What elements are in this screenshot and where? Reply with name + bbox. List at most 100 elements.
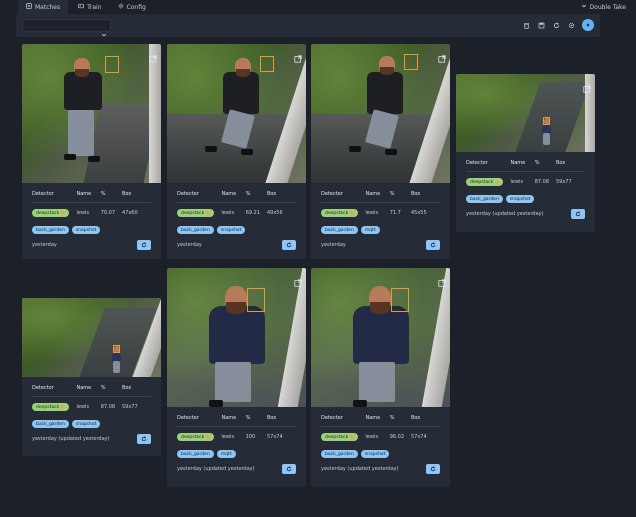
match-name: lewis xyxy=(365,210,379,216)
match-percent: 70.07 xyxy=(100,210,116,216)
reprocess-button[interactable] xyxy=(282,240,296,250)
match-image[interactable] xyxy=(311,44,450,183)
match-card[interactable]: Detector Name % Box deepstack lewis 87.0… xyxy=(22,298,161,456)
tab-label: Config xyxy=(126,3,146,11)
detector-chip: deepstack xyxy=(32,403,70,411)
col-detector: Detector xyxy=(177,191,199,197)
col-percent: % xyxy=(389,415,395,421)
reprocess-button[interactable] xyxy=(137,240,151,250)
external-link-icon[interactable] xyxy=(438,272,446,287)
status-dot-icon xyxy=(495,180,500,184)
col-name: Name xyxy=(76,191,92,197)
reprocess-button[interactable] xyxy=(426,464,440,474)
type-tag: snapshot xyxy=(360,450,390,458)
timestamp: yesterday xyxy=(32,242,57,248)
detector-chip: deepstack xyxy=(32,209,70,217)
match-image[interactable] xyxy=(167,44,306,183)
type-tag: snapshot xyxy=(71,226,101,234)
face-bounding-box xyxy=(260,56,274,72)
match-percent: 100 xyxy=(245,434,256,440)
settings-icon[interactable] xyxy=(567,21,576,30)
status-dot-icon xyxy=(61,405,66,409)
match-name: lewis xyxy=(365,434,379,440)
save-icon[interactable] xyxy=(537,21,546,30)
match-image[interactable] xyxy=(311,268,450,407)
brand-menu[interactable]: Double Take xyxy=(581,0,626,14)
match-card[interactable]: Detector Name % Box deepstack lewis 69.2… xyxy=(167,44,306,259)
match-image[interactable] xyxy=(22,298,161,377)
camera-tag: back_garden xyxy=(177,450,214,458)
table-header: Detector Name % Box xyxy=(32,385,151,397)
col-percent: % xyxy=(100,385,106,391)
match-card[interactable]: Detector Name % Box deepstack lewis 87.0… xyxy=(456,74,595,232)
external-link-icon[interactable] xyxy=(149,48,157,63)
face-bounding-box xyxy=(247,288,265,312)
table-header: Detector Name % Box xyxy=(466,160,585,172)
match-percent: 87.08 xyxy=(534,179,550,185)
match-name: lewis xyxy=(221,210,235,216)
status-dot-icon xyxy=(61,211,66,215)
detector-chip: deepstack xyxy=(321,433,359,441)
match-box: 47x60 xyxy=(121,210,138,216)
reprocess-button[interactable] xyxy=(137,434,151,444)
table-header: Detector Name % Box xyxy=(321,415,440,427)
col-box: Box xyxy=(555,160,566,166)
reprocess-button[interactable] xyxy=(571,209,585,219)
col-percent: % xyxy=(245,415,251,421)
col-box: Box xyxy=(410,415,421,421)
match-image[interactable] xyxy=(22,44,161,183)
timestamp: yesterday (updated yesterday) xyxy=(177,466,255,472)
status-dot-icon xyxy=(206,211,211,215)
match-box: 49x56 xyxy=(266,210,283,216)
match-card[interactable]: Detector Name % Box deepstack lewis 96.0… xyxy=(311,268,450,487)
col-name: Name xyxy=(221,415,237,421)
match-image[interactable] xyxy=(167,268,306,407)
status-dot-icon xyxy=(350,435,355,439)
col-detector: Detector xyxy=(321,191,343,197)
type-tag: snapshot xyxy=(216,226,246,234)
match-percent: 96.02 xyxy=(389,434,405,440)
match-box: 57x74 xyxy=(266,434,283,440)
tab-config[interactable]: Config xyxy=(112,0,152,14)
col-percent: % xyxy=(534,160,540,166)
col-detector: Detector xyxy=(177,415,199,421)
tab-matches[interactable]: Matches xyxy=(18,0,69,14)
toolbar xyxy=(16,14,600,37)
external-link-icon[interactable] xyxy=(438,48,446,63)
camera-tag: back_garden xyxy=(32,420,69,428)
match-card[interactable]: Detector Name % Box deepstack lewis 100 … xyxy=(167,268,306,487)
refresh-icon[interactable] xyxy=(552,21,561,30)
col-name: Name xyxy=(365,415,381,421)
col-box: Box xyxy=(121,385,132,391)
type-tag: snapshot xyxy=(71,420,101,428)
external-link-icon[interactable] xyxy=(294,272,302,287)
reprocess-button[interactable] xyxy=(426,240,440,250)
match-name: lewis xyxy=(76,404,90,410)
table-row: deepstack lewis 100 57x74 xyxy=(177,427,296,441)
face-bounding-box xyxy=(391,288,409,312)
table-row: deepstack lewis 70.07 47x60 xyxy=(32,203,151,217)
match-box: 45x55 xyxy=(410,210,427,216)
match-name: lewis xyxy=(510,179,524,185)
external-link-icon[interactable] xyxy=(583,78,591,93)
match-card[interactable]: Detector Name % Box deepstack lewis 71.7… xyxy=(311,44,450,259)
face-bounding-box xyxy=(404,54,418,70)
external-link-icon[interactable] xyxy=(294,48,302,63)
table-header: Detector Name % Box xyxy=(177,191,296,203)
detector-chip: deepstack xyxy=(466,178,504,186)
trash-icon[interactable] xyxy=(522,21,531,30)
reprocess-button[interactable] xyxy=(282,464,296,474)
col-name: Name xyxy=(510,160,526,166)
close-icon[interactable] xyxy=(582,19,594,31)
col-box: Box xyxy=(410,191,421,197)
tab-train[interactable]: Train xyxy=(72,0,107,14)
type-tag: mqtt xyxy=(216,450,236,458)
col-box: Box xyxy=(266,191,277,197)
filter-select[interactable] xyxy=(22,19,111,37)
camera-tag: back_garden xyxy=(466,195,503,203)
table-row: deepstack lewis 87.08 59x77 xyxy=(32,397,151,411)
camera-tag: back_garden xyxy=(321,226,358,234)
match-image[interactable] xyxy=(456,74,595,152)
match-card[interactable]: Detector Name % Box deepstack lewis 70.0… xyxy=(22,44,161,259)
camera-tag: back_garden xyxy=(321,450,358,458)
